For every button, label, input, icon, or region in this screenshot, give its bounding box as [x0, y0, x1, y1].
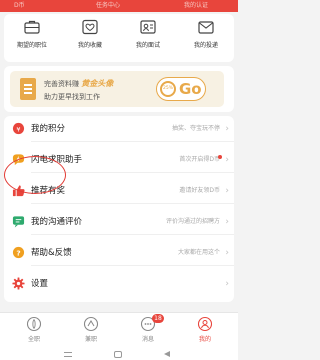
dcoin-link[interactable]: D币 — [14, 0, 25, 12]
promo-line-2: 助力更早找到工作 — [44, 93, 100, 101]
divider — [31, 234, 234, 235]
back-icon[interactable] — [164, 351, 170, 357]
menu-hint: 评价沟通过的招聘方 — [165, 218, 220, 225]
task-center-link[interactable]: 任务中心 — [96, 0, 120, 12]
fulltime-icon — [26, 316, 42, 332]
quick-label: 期望的职位 — [16, 42, 47, 49]
divider — [31, 141, 234, 142]
chevron-right-icon: › — [225, 186, 229, 196]
quick-label: 我的投递 — [193, 42, 218, 49]
briefcase-icon — [24, 20, 40, 34]
settings-highlight-ring — [4, 156, 66, 194]
message-count-badge: 18 — [152, 314, 164, 323]
tab-mine[interactable]: 我的 — [185, 316, 225, 343]
tab-label: 我的 — [198, 336, 211, 343]
bottom-tab-bar: 全职 兼职 18 消息 我的 — [0, 312, 238, 348]
my-certification-link[interactable]: 我的认证 — [184, 0, 208, 12]
svg-text:?: ? — [16, 248, 20, 257]
tab-label: 兼职 — [84, 336, 97, 343]
svg-text:¥: ¥ — [16, 125, 20, 133]
header-strip: D币 任务中心 我的认证 — [0, 0, 238, 12]
tab-messages[interactable]: 18 消息 — [128, 314, 168, 343]
tab-label: 全职 — [27, 336, 40, 343]
promo-text: 完善资料赚 — [44, 80, 79, 88]
parttime-icon — [83, 316, 99, 332]
divider — [31, 203, 234, 204]
quick-my-interviews[interactable]: 我的面试 — [120, 18, 176, 49]
menu-title: 我的沟通评价 — [31, 217, 83, 227]
quick-label: 我的收藏 — [77, 42, 102, 49]
coin-icon: ¥ — [12, 122, 25, 135]
home-icon[interactable] — [114, 351, 122, 358]
help-icon: ? — [12, 246, 25, 259]
chevron-right-icon: › — [225, 124, 229, 134]
menu-item-communication-reviews[interactable]: 我的沟通评价 评价沟通过的招聘方 › — [4, 209, 234, 235]
menu-title: 我的积分 — [31, 124, 66, 134]
quick-actions-card: 期望的职位 我的收藏 我的面试 我的投递 — [4, 14, 234, 62]
menu-hint: 邀请好友领D币 — [179, 187, 220, 194]
divider — [31, 265, 234, 266]
quick-my-favorites[interactable]: 我的收藏 — [62, 18, 118, 49]
quick-label: 我的面试 — [135, 42, 160, 49]
go-button[interactable]: 25% Go — [156, 77, 206, 101]
chat-icon — [12, 216, 25, 228]
document-icon — [20, 78, 36, 100]
menu-title: 设置 — [31, 279, 49, 289]
promo-line-1: 完善资料赚 黄金头像 — [44, 78, 113, 89]
menu-hint: 抽奖、夺宝玩不停 — [171, 125, 220, 132]
notification-dot — [218, 155, 222, 159]
tab-parttime[interactable]: 兼职 — [71, 316, 111, 343]
menu-hint: 首次开启得D币 — [179, 156, 220, 163]
chevron-right-icon: › — [225, 217, 229, 227]
menu-list: ¥ 我的积分 抽奖、夺宝玩不停 › 闪电求职助手 首次开启得D币 › 推荐有奖 … — [4, 116, 234, 302]
promo-highlight: 黄金头像 — [81, 79, 114, 88]
tab-fulltime[interactable]: 全职 — [14, 316, 54, 343]
progress-ring: 25% — [160, 81, 176, 97]
menu-item-points[interactable]: ¥ 我的积分 抽奖、夺宝玩不停 › — [4, 116, 234, 142]
profile-icon — [197, 316, 213, 332]
promo-banner[interactable]: 完善资料赚 黄金头像 助力更早找到工作 25% Go — [10, 71, 224, 107]
menu-hint: 大家都在用这个 — [177, 249, 220, 256]
menu-item-settings[interactable]: 设置 › — [4, 271, 234, 297]
heart-icon — [82, 19, 98, 35]
go-label: Go — [179, 80, 202, 98]
system-nav-bar — [0, 348, 238, 360]
menu-title: 帮助&反馈 — [31, 248, 72, 258]
menu-icon[interactable] — [64, 352, 72, 357]
mail-icon — [198, 21, 214, 34]
chevron-right-icon: › — [225, 279, 229, 289]
chevron-right-icon: › — [225, 155, 229, 165]
menu-item-help-feedback[interactable]: ? 帮助&反馈 大家都在用这个 › — [4, 240, 234, 266]
quick-expected-position[interactable]: 期望的职位 — [4, 18, 60, 49]
tab-label: 消息 — [141, 336, 154, 343]
interview-icon — [140, 20, 156, 34]
quick-my-applications[interactable]: 我的投递 — [178, 18, 234, 49]
chevron-right-icon: › — [225, 248, 229, 258]
profile-promo-card: 完善资料赚 黄金头像 助力更早找到工作 25% Go — [4, 66, 234, 112]
gear-icon — [12, 277, 25, 290]
